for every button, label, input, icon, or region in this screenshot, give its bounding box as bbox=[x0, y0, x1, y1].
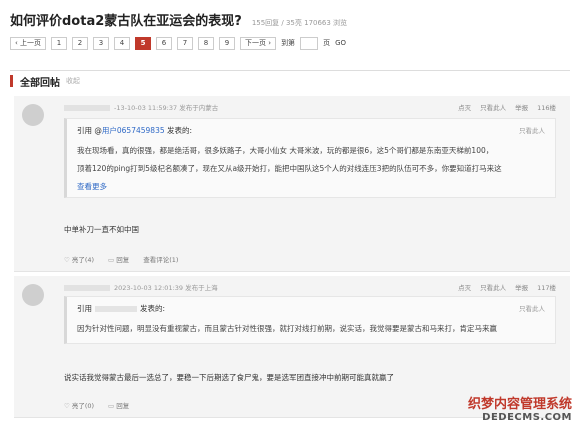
page-3-button[interactable]: 3 bbox=[93, 36, 110, 50]
like-label: 亮了(0) bbox=[71, 402, 95, 410]
post-footer: ♡ 亮了(4) ▭ 回复 查看评论(1) bbox=[64, 254, 178, 264]
like-label: 亮了(4) bbox=[71, 256, 95, 264]
reply-icon: ▭ bbox=[108, 256, 115, 264]
post-body: 说实话我觉得蒙古最后一选总了，要稳一下后期选了食尸鬼，要是选军团直接冲中前期可能… bbox=[64, 373, 394, 382]
quote-line: 我在现场看，真的很强，都是绝活哥，很多妖路子，大哥小仙女 大哥米波，玩的都是很6… bbox=[77, 146, 494, 155]
quote-header: 引用 @用户0657459835 发表的: bbox=[77, 125, 192, 136]
reply-post: -13-10-03 11:59:37 发布于内蒙古 点灭 只看此人 举报 116… bbox=[14, 96, 570, 272]
quote-only-this-user-link[interactable]: 只看此人 bbox=[519, 125, 545, 135]
page-6-button[interactable]: 6 bbox=[156, 36, 173, 50]
floor-number: 117楼 bbox=[537, 284, 556, 292]
quote-block: 引用 @用户0657459835 发表的: 只看此人 我在现场看，真的很强，都是… bbox=[64, 118, 556, 198]
post-footer: ♡ 亮了(0) ▭ 回复 bbox=[64, 400, 129, 410]
thread-title: 如何评价dota2蒙古队在亚运会的表现? bbox=[10, 14, 242, 29]
username-redacted bbox=[64, 105, 110, 111]
quote-prefix: 引用 bbox=[77, 304, 92, 313]
quote-line: 顶着120的ping打到5级杞名额凑了，现在又从a级开始打，能把中国队这5个人的… bbox=[77, 164, 502, 173]
dislike-link[interactable]: 点灭 bbox=[458, 282, 471, 292]
dislike-link[interactable]: 点灭 bbox=[458, 102, 471, 112]
pagination: ‹ 上一页 1 2 3 4 5 6 7 8 9 下一页 › 到第 页 GO bbox=[10, 36, 346, 50]
section-accent-bar bbox=[10, 75, 13, 87]
page-label: 页 bbox=[323, 39, 331, 47]
reply-label: 回复 bbox=[116, 402, 130, 410]
reply-button[interactable]: ▭ 回复 bbox=[108, 400, 129, 410]
reply-icon: ▭ bbox=[108, 402, 115, 410]
go-button[interactable]: GO bbox=[335, 39, 346, 47]
page-2-button[interactable]: 2 bbox=[72, 36, 89, 50]
page-7-button[interactable]: 7 bbox=[177, 36, 194, 50]
post-actions: 点灭 只看此人 举报 117楼 bbox=[458, 282, 556, 292]
watermark-domain: DEDECMS.COM bbox=[482, 412, 572, 423]
prev-page-button[interactable]: ‹ 上一页 bbox=[10, 36, 47, 50]
next-page-button[interactable]: 下一页 › bbox=[240, 36, 277, 50]
report-link[interactable]: 举报 bbox=[515, 102, 528, 112]
section-title: 全部回帖 bbox=[20, 77, 60, 89]
page-1-button[interactable]: 1 bbox=[51, 36, 68, 50]
quote-line: 因为针对性问题，明显没有重视蒙古，而且蒙古针对性很强，就打对线打前期，说实话，我… bbox=[77, 324, 497, 333]
reply-label: 回复 bbox=[116, 256, 130, 264]
post-time: 2023-10-03 12:01:39 bbox=[114, 284, 184, 292]
thread-stats: 155回复 / 35亮 170663 浏览 bbox=[251, 19, 348, 27]
site-watermark: 织梦内容管理系统 DEDECMS.COM bbox=[468, 398, 572, 424]
thumb-up-icon: ♡ bbox=[64, 256, 70, 264]
report-link[interactable]: 举报 bbox=[515, 282, 528, 292]
watermark-title: 织梦内容管理系统 bbox=[467, 397, 572, 412]
avatar[interactable] bbox=[22, 104, 44, 126]
quote-only-this-user-link[interactable]: 只看此人 bbox=[519, 303, 545, 313]
see-more-link[interactable]: 查看更多 bbox=[77, 181, 107, 192]
only-this-user-link[interactable]: 只看此人 bbox=[480, 102, 506, 112]
goto-label: 到第 bbox=[281, 39, 296, 47]
quote-suffix: 发表的: bbox=[140, 304, 166, 313]
page-9-button[interactable]: 9 bbox=[219, 36, 236, 50]
like-button[interactable]: ♡ 亮了(0) bbox=[64, 400, 94, 410]
reply-button[interactable]: ▭ 回复 bbox=[108, 254, 129, 264]
post-location: 发布于内蒙古 bbox=[179, 104, 219, 112]
quote-suffix: 发表的: bbox=[167, 126, 193, 135]
view-comments-link[interactable]: 查看评论(1) bbox=[143, 254, 178, 264]
post-meta: 2023-10-03 12:01:39 发布于上海 bbox=[64, 282, 218, 292]
only-this-user-link[interactable]: 只看此人 bbox=[480, 282, 506, 292]
like-button[interactable]: ♡ 亮了(4) bbox=[64, 254, 94, 264]
post-meta: -13-10-03 11:59:37 发布于内蒙古 bbox=[64, 102, 218, 112]
avatar[interactable] bbox=[22, 284, 44, 306]
quote-block: 引用 发表的: 只看此人 因为针对性问题，明显没有重视蒙古，而且蒙古针对性很强，就… bbox=[64, 296, 556, 344]
quoted-user-redacted bbox=[95, 306, 137, 312]
post-body: 中单补刀一直不如中国 bbox=[64, 225, 139, 234]
username-redacted bbox=[64, 285, 110, 291]
post-time: -13-10-03 11:59:37 bbox=[114, 104, 178, 112]
quote-prefix: 引用 @ bbox=[77, 126, 102, 135]
quoted-user-link[interactable]: 用户0657459835 bbox=[102, 126, 165, 135]
page-8-button[interactable]: 8 bbox=[198, 36, 215, 50]
thumb-up-icon: ♡ bbox=[64, 402, 70, 410]
floor-number: 116楼 bbox=[537, 104, 556, 112]
section-divider bbox=[10, 70, 570, 71]
post-actions: 点灭 只看此人 举报 116楼 bbox=[458, 102, 556, 112]
goto-page-input[interactable] bbox=[300, 36, 319, 50]
post-location: 发布于上海 bbox=[185, 284, 218, 292]
page-4-button[interactable]: 4 bbox=[114, 36, 131, 50]
thread-header: 如何评价dota2蒙古队在亚运会的表现? 155回复 / 35亮 170663 … bbox=[10, 10, 570, 30]
page-5-button[interactable]: 5 bbox=[135, 36, 152, 50]
collapse-link[interactable]: 收起 bbox=[66, 76, 80, 86]
quote-header: 引用 发表的: bbox=[77, 303, 165, 314]
section-header: 全部回帖 收起 bbox=[10, 73, 80, 89]
